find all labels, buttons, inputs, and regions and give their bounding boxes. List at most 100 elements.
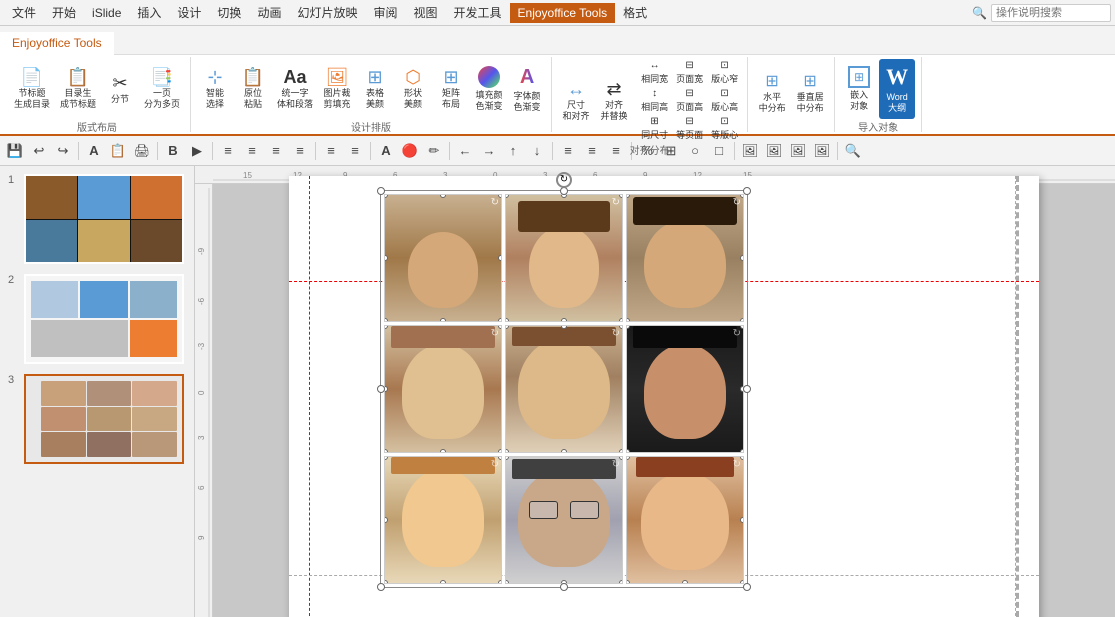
h-0-0-tr[interactable] [498, 194, 502, 198]
btn-merge-replace[interactable]: ⇄ 对齐并替换 [596, 71, 632, 131]
tb-list1[interactable]: ≡ [320, 140, 342, 162]
btn-fill-gradient[interactable]: 填充颜色渐变 [471, 59, 507, 119]
tb-move-down[interactable]: ↓ [526, 140, 548, 162]
h-0-2-mr[interactable] [740, 255, 744, 261]
h-2-2-bm[interactable] [682, 580, 688, 584]
menu-animation[interactable]: 动画 [249, 1, 289, 24]
photo-cell-1-0[interactable]: ↻ [384, 325, 502, 453]
h-2-1-tr[interactable] [619, 456, 623, 460]
btn-smart-select[interactable]: ⊹ 智能选择 [197, 59, 233, 119]
canvas-area[interactable]: 15 12 9 6 3 0 3 6 9 12 15 -9 -6 -3 0 3 [195, 166, 1115, 617]
tb-undo[interactable]: ↩ [28, 140, 50, 162]
tb-list2[interactable]: ≡ [344, 140, 366, 162]
h-2-2-tr[interactable] [740, 456, 744, 460]
tb-circle[interactable]: ○ [684, 140, 706, 162]
btn-table-beauty[interactable]: ⊞ 表格美颜 [357, 59, 393, 119]
h-2-0-tl[interactable] [384, 456, 388, 460]
slide-thumb-3[interactable] [24, 374, 184, 464]
rotate-icon-2-0[interactable]: ↻ [491, 459, 499, 470]
h-1-2-tr[interactable] [740, 325, 744, 329]
btn-margin-narrow[interactable]: ⊡ 版心窄 [708, 59, 741, 86]
tab-enjoyoffice[interactable]: Enjoyoffice Tools [0, 32, 114, 56]
h-1-1-bl[interactable] [505, 449, 509, 453]
btn-page-width[interactable]: ⊟ 页面宽 [673, 59, 706, 86]
h-2-2-mr[interactable] [740, 517, 744, 523]
search-input[interactable] [991, 4, 1111, 22]
h-2-1-br[interactable] [619, 580, 623, 584]
photo-cell-2-0[interactable]: ↻ [384, 456, 502, 584]
h-2-1-bl[interactable] [505, 580, 509, 584]
photo-cell-2-1[interactable]: ↻ [505, 456, 623, 584]
h-2-2-tl[interactable] [626, 456, 630, 460]
tb-pen[interactable]: ✏ [423, 140, 445, 162]
rotate-icon-1-2[interactable]: ↻ [733, 328, 741, 339]
rotate-icon-1-0[interactable]: ↻ [491, 328, 499, 339]
btn-size-align[interactable]: ↔ 尺寸和对齐 [558, 71, 594, 131]
handle-mr[interactable] [743, 385, 751, 393]
tb-zoom[interactable]: 🔍 [842, 140, 864, 162]
photo-cell-0-1[interactable]: ↻ [505, 194, 623, 322]
tb-justify[interactable]: ≡ [289, 140, 311, 162]
tb-save[interactable]: 💾 [4, 140, 26, 162]
tb-move-up[interactable]: ↑ [502, 140, 524, 162]
h-1-0-br[interactable] [498, 449, 502, 453]
btn-equal-page[interactable]: ⊟ 等页面 [673, 115, 706, 142]
tb-font-color[interactable]: A [375, 140, 397, 162]
h-0-2-tr[interactable] [740, 194, 744, 198]
h-0-0-bl[interactable] [384, 318, 388, 322]
rotate-handle-main[interactable]: ↻ [556, 172, 572, 188]
rotate-icon-0-2[interactable]: ↻ [733, 197, 741, 208]
tb-font[interactable]: A [83, 140, 105, 162]
btn-same-width[interactable]: ↔ 相同宽 [638, 59, 671, 86]
handle-bm[interactable] [560, 583, 568, 591]
rotate-icon-0-0[interactable]: ↻ [491, 197, 499, 208]
slide-thumb-2[interactable] [24, 274, 184, 364]
btn-page-height[interactable]: ⊟ 页面高 [673, 87, 706, 114]
menu-slideshow[interactable]: 幻灯片放映 [289, 1, 365, 24]
h-1-1-tr[interactable] [619, 325, 623, 329]
menu-insert[interactable]: 插入 [129, 1, 169, 24]
h-1-1-tl[interactable] [505, 325, 509, 329]
btn-same-height[interactable]: ↕ 相同高 [638, 87, 671, 114]
h-0-0-tm[interactable] [440, 194, 446, 198]
photo-cell-2-2[interactable]: ↻ [626, 456, 744, 584]
h-2-2-bl[interactable] [626, 580, 630, 584]
h-0-0-bm[interactable] [440, 318, 446, 322]
menu-review[interactable]: 审阅 [365, 1, 405, 24]
btn-h-distribute[interactable]: ⊞ 水平中分布 [754, 64, 790, 124]
h-2-2-br[interactable] [740, 580, 744, 584]
h-0-1-br[interactable] [619, 318, 623, 322]
tb-play[interactable]: ▶ [186, 140, 208, 162]
h-1-0-bl[interactable] [384, 449, 388, 453]
btn-unify-font[interactable]: Aa 统一字体和段落 [273, 59, 317, 119]
slide-item-3[interactable]: 3 [8, 374, 186, 464]
menu-view[interactable]: 视图 [405, 1, 445, 24]
h-1-0-tl[interactable] [384, 325, 388, 329]
tb-align-left[interactable]: ≡ [217, 140, 239, 162]
slide-page[interactable]: ↻ ↻ [289, 176, 1039, 617]
handle-tr[interactable] [743, 187, 751, 195]
slide-thumb-1[interactable] [24, 174, 184, 264]
btn-margin-high[interactable]: ⊡ 版心高 [708, 87, 741, 114]
tb-move-right[interactable]: → [478, 140, 500, 162]
tb-img3[interactable]: 🖼 [787, 140, 809, 162]
tb-img4[interactable]: 🖼 [811, 140, 833, 162]
photo-cell-0-0[interactable]: ↻ [384, 194, 502, 322]
btn-same-size[interactable]: ⊞ 同尺寸 [638, 115, 671, 142]
tb-highlight[interactable]: 🔴 [399, 140, 421, 162]
btn-section[interactable]: ✂ 分节 [102, 59, 138, 119]
rotate-icon-2-2[interactable]: ↻ [733, 459, 741, 470]
menu-islide[interactable]: iSlide [84, 3, 129, 23]
tb-move-left[interactable]: ← [454, 140, 476, 162]
btn-embed-object[interactable]: ⊞ 嵌入对象 [841, 59, 877, 119]
h-1-1-bm[interactable] [561, 449, 567, 453]
handle-bl[interactable] [377, 583, 385, 591]
h-2-0-bl[interactable] [384, 580, 388, 584]
btn-word-outline[interactable]: W Word大纲 [879, 59, 915, 119]
tb-redo[interactable]: ↪ [52, 140, 74, 162]
tb-num-list[interactable]: ≡ [557, 140, 579, 162]
h-2-0-tr[interactable] [498, 456, 502, 460]
slide-canvas[interactable]: ↻ ↻ [213, 184, 1115, 617]
btn-toc[interactable]: 📋 目录生成节标题 [56, 59, 100, 119]
btn-split-page[interactable]: 📑 一页分为多页 [140, 59, 184, 119]
